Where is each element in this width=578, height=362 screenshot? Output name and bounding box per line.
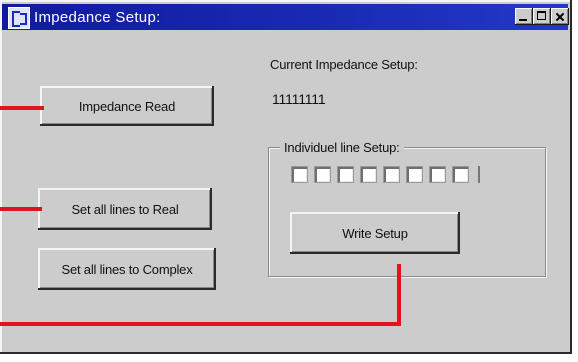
impedance-read-button[interactable]: Impedance Read bbox=[40, 86, 214, 126]
minimize-button[interactable] bbox=[515, 8, 533, 25]
minimize-icon bbox=[519, 19, 527, 21]
line-4-checkbox[interactable] bbox=[360, 166, 377, 183]
current-setup-value: 11111111 bbox=[272, 91, 326, 107]
line-setup-label: Individuel line Setup: bbox=[280, 140, 404, 155]
callout-line-write-setup-vertical bbox=[397, 264, 401, 326]
line-6-checkbox[interactable] bbox=[406, 166, 423, 183]
callout-line-set-real bbox=[0, 207, 42, 211]
line-5-checkbox[interactable] bbox=[383, 166, 400, 183]
set-all-lines-real-button[interactable]: Set all lines to Real bbox=[38, 188, 212, 230]
checkbox-row-divider bbox=[478, 166, 480, 183]
maximize-button[interactable] bbox=[533, 8, 551, 25]
maximize-icon bbox=[537, 11, 546, 20]
line-8-checkbox[interactable] bbox=[452, 166, 469, 183]
impedance-setup-window: Impedance Setup: Impedance Read Set all … bbox=[0, 0, 572, 354]
line-3-checkbox[interactable] bbox=[337, 166, 354, 183]
line-7-checkbox[interactable] bbox=[429, 166, 446, 183]
app-icon[interactable] bbox=[8, 7, 30, 29]
write-setup-button[interactable]: Write Setup bbox=[290, 212, 460, 254]
close-button[interactable] bbox=[551, 8, 569, 25]
set-all-lines-complex-button[interactable]: Set all lines to Complex bbox=[38, 248, 216, 290]
window-title: Impedance Setup: bbox=[34, 9, 161, 26]
callout-line-impedance-read bbox=[0, 106, 44, 110]
current-setup-label: Current Impedance Setup: bbox=[270, 57, 418, 72]
title-bar[interactable]: Impedance Setup: bbox=[2, 4, 569, 30]
callout-line-write-setup-horizontal bbox=[0, 322, 401, 326]
line-1-checkbox[interactable] bbox=[291, 166, 308, 183]
line-2-checkbox[interactable] bbox=[314, 166, 331, 183]
